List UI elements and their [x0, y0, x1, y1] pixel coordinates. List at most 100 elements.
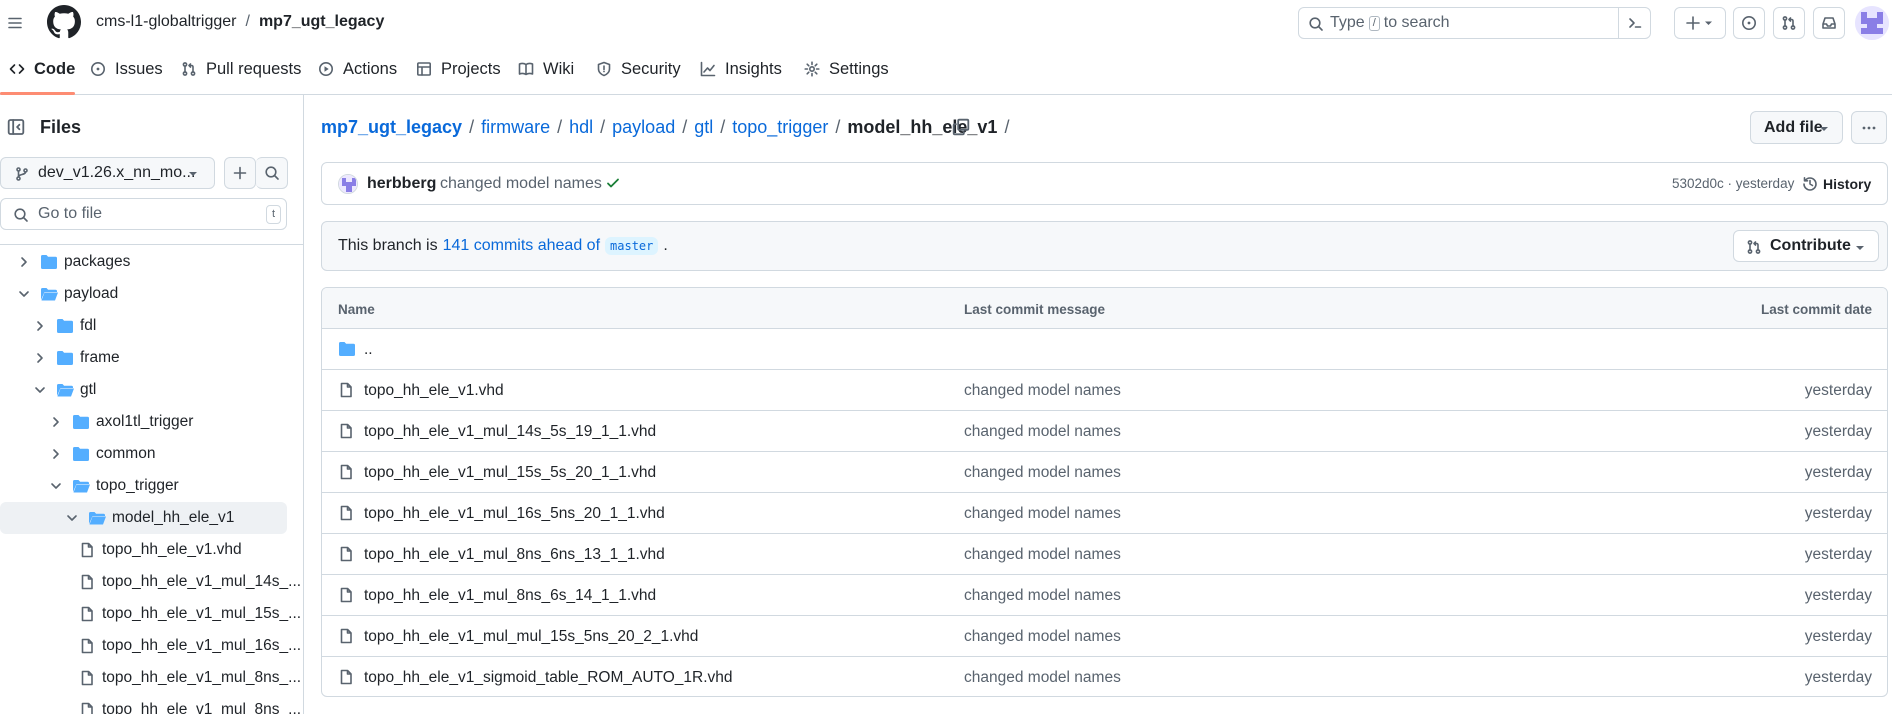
- tree-folder-item[interactable]: frame: [0, 342, 287, 374]
- file-name-link[interactable]: topo_hh_ele_v1_mul_16s_5ns_20_1_1.vhd: [364, 505, 665, 523]
- chevron-down-icon[interactable]: [48, 478, 64, 494]
- breadcrumb-repo-link[interactable]: mp7_ugt_legacy: [321, 117, 462, 138]
- collapse-sidebar-button[interactable]: [7, 118, 25, 136]
- add-file-sidebar-button[interactable]: [224, 157, 256, 189]
- history-link[interactable]: History: [1802, 176, 1871, 192]
- tree-folder-item[interactable]: fdl: [0, 310, 287, 342]
- file-name-link[interactable]: topo_hh_ele_v1.vhd: [364, 382, 504, 400]
- avatar[interactable]: [1855, 6, 1889, 40]
- file-commit-message[interactable]: changed model names: [964, 382, 1121, 400]
- copy-path-button[interactable]: [952, 118, 972, 138]
- chevron-right-icon[interactable]: [32, 350, 48, 366]
- file-name-link[interactable]: topo_hh_ele_v1_mul_8ns_6ns_13_1_1.vhd: [364, 546, 665, 564]
- tab-pull-requests[interactable]: Pull requests: [181, 57, 301, 81]
- create-new-button[interactable]: [1674, 7, 1726, 39]
- repo-owner-link[interactable]: cms-l1-globaltrigger: [96, 13, 237, 31]
- inbox-button[interactable]: [1813, 7, 1845, 39]
- commit-sha-date[interactable]: 5302d0c · yesterday: [1672, 176, 1794, 191]
- file-commit-message[interactable]: changed model names: [964, 464, 1121, 482]
- issues-button[interactable]: [1733, 7, 1765, 39]
- chevron-right-icon[interactable]: [16, 254, 32, 270]
- contribute-button[interactable]: Contribute: [1733, 230, 1879, 262]
- tree-item-label: payload: [64, 285, 119, 302]
- table-row[interactable]: topo_hh_ele_v1_mul_8ns_6ns_13_1_1.vhd cha…: [322, 534, 1887, 575]
- tree-folder-item[interactable]: topo_trigger: [0, 470, 287, 502]
- tree-item-label: frame: [80, 349, 120, 366]
- tree-folder-item[interactable]: axol1tl_trigger: [0, 406, 287, 438]
- latest-commit-box: herbberg changed model names 5302d0c · y…: [321, 162, 1888, 205]
- search-files-button[interactable]: [256, 157, 288, 189]
- github-logo[interactable]: [47, 5, 81, 39]
- tab-settings[interactable]: Settings: [804, 57, 889, 81]
- command-palette-button[interactable]: [1618, 7, 1650, 39]
- file-commit-message[interactable]: changed model names: [964, 628, 1121, 646]
- path-separator: /: [245, 13, 250, 30]
- chevron-right-icon[interactable]: [48, 446, 64, 462]
- tab-code[interactable]: Code: [9, 57, 75, 81]
- file-name-link[interactable]: topo_hh_ele_v1_mul_14s_5s_19_1_1.vhd: [364, 423, 656, 441]
- repo-name-link[interactable]: mp7_ugt_legacy: [259, 13, 384, 31]
- parent-directory-link[interactable]: ..: [364, 341, 373, 359]
- tab-wiki[interactable]: Wiki: [518, 57, 574, 81]
- file-name-link[interactable]: topo_hh_ele_v1_mul_8ns_6s_14_1_1.vhd: [364, 587, 656, 605]
- commit-author[interactable]: herbberg: [367, 175, 436, 193]
- parent-directory-row[interactable]: ..: [322, 329, 1887, 370]
- tab-actions[interactable]: Actions: [318, 57, 397, 81]
- breadcrumb-link-gtl[interactable]: gtl: [694, 117, 713, 138]
- breadcrumb-link-hdl[interactable]: hdl: [569, 117, 593, 138]
- breadcrumb-link-topo-trigger[interactable]: topo_trigger: [732, 117, 828, 138]
- tree-file-item[interactable]: topo_hh_ele_v1_mul_15s_...: [0, 598, 301, 630]
- tab-insights[interactable]: Insights: [700, 57, 782, 81]
- table-row[interactable]: topo_hh_ele_v1_sigmoid_table_ROM_AUTO_1R…: [322, 657, 1887, 696]
- search-input[interactable]: Type / to search: [1298, 7, 1651, 39]
- add-file-button[interactable]: Add file: [1750, 111, 1843, 144]
- table-row[interactable]: topo_hh_ele_v1_mul_14s_5s_19_1_1.vhd chan…: [322, 411, 1887, 452]
- branch-selector-button[interactable]: dev_v1.26.x_nn_mo...: [0, 157, 215, 189]
- tree-folder-item[interactable]: common: [0, 438, 287, 470]
- tree-file-item[interactable]: topo_hh_ele_v1.vhd: [0, 534, 287, 566]
- pull-requests-button[interactable]: [1773, 7, 1805, 39]
- file-name-link[interactable]: topo_hh_ele_v1_sigmoid_table_ROM_AUTO_1R…: [364, 669, 733, 687]
- table-row[interactable]: topo_hh_ele_v1_mul_8ns_6s_14_1_1.vhd chan…: [322, 575, 1887, 616]
- chevron-right-icon[interactable]: [32, 318, 48, 334]
- file-commit-message[interactable]: changed model names: [964, 546, 1121, 564]
- commits-ahead-link[interactable]: 141 commits ahead of: [443, 237, 600, 255]
- tree-file-item[interactable]: topo_hh_ele_v1_mul_14s_...: [0, 566, 301, 598]
- tab-security[interactable]: Security: [596, 57, 681, 81]
- tree-folder-item[interactable]: packages: [0, 246, 287, 278]
- file-commit-message[interactable]: changed model names: [964, 423, 1121, 441]
- table-row[interactable]: topo_hh_ele_v1_mul_15s_5s_20_1_1.vhd chan…: [322, 452, 1887, 493]
- more-options-button[interactable]: [1851, 111, 1887, 144]
- tree-folder-item[interactable]: payload: [0, 278, 287, 310]
- tree-folder-item[interactable]: model_hh_ele_v1: [0, 502, 287, 534]
- commit-message[interactable]: changed model names: [440, 175, 602, 193]
- tree-file-item[interactable]: topo_hh_ele_v1_mul_8ns_...: [0, 694, 301, 714]
- menu-button[interactable]: [0, 7, 30, 39]
- author-avatar[interactable]: [338, 174, 358, 194]
- go-to-file-input[interactable]: Go to file t: [0, 198, 287, 230]
- caret-down-icon: [1856, 246, 1864, 250]
- file-icon: [340, 628, 352, 644]
- file-name-link[interactable]: topo_hh_ele_v1_mul_mul_15s_5ns_20_2_1.vh…: [364, 628, 698, 646]
- tree-folder-item[interactable]: gtl: [0, 374, 287, 406]
- file-commit-message[interactable]: changed model names: [964, 505, 1121, 523]
- chevron-right-icon[interactable]: [48, 414, 64, 430]
- table-row[interactable]: topo_hh_ele_v1_mul_mul_15s_5ns_20_2_1.vh…: [322, 616, 1887, 657]
- chevron-down-icon[interactable]: [32, 382, 48, 398]
- tab-issues[interactable]: Issues: [90, 57, 163, 81]
- tree-file-item[interactable]: topo_hh_ele_v1_mul_8ns_...: [0, 662, 301, 694]
- table-row[interactable]: topo_hh_ele_v1_mul_16s_5ns_20_1_1.vhd cha…: [322, 493, 1887, 534]
- breadcrumb-link-firmware[interactable]: firmware: [481, 117, 550, 138]
- breadcrumb-link-payload[interactable]: payload: [612, 117, 675, 138]
- tree-item-label: model_hh_ele_v1: [112, 509, 235, 526]
- file-commit-message[interactable]: changed model names: [964, 669, 1121, 687]
- file-name-link[interactable]: topo_hh_ele_v1_mul_15s_5s_20_1_1.vhd: [364, 464, 656, 482]
- tab-projects[interactable]: Projects: [416, 57, 501, 81]
- table-row[interactable]: topo_hh_ele_v1.vhd changed model names yes…: [322, 370, 1887, 411]
- chevron-down-icon[interactable]: [64, 510, 80, 526]
- base-branch-label[interactable]: master: [605, 237, 659, 255]
- tree-file-item[interactable]: topo_hh_ele_v1_mul_16s_...: [0, 630, 301, 662]
- terminal-icon: [1628, 18, 1641, 28]
- file-commit-message[interactable]: changed model names: [964, 587, 1121, 605]
- chevron-down-icon[interactable]: [16, 286, 32, 302]
